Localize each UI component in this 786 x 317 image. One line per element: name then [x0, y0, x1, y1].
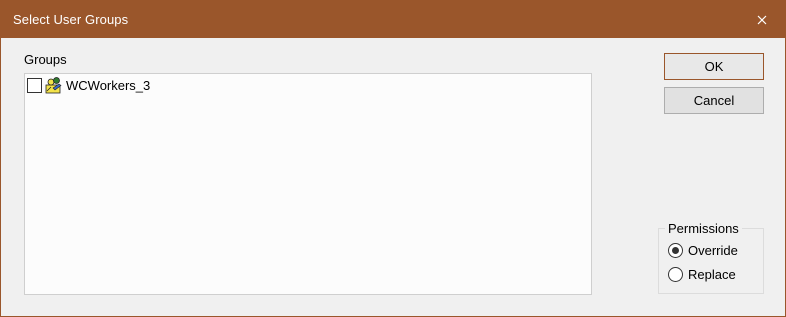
radio-override[interactable]: Override [668, 243, 738, 258]
dialog-window: Select User Groups Groups WCWorkers_3 OK… [0, 0, 786, 317]
permissions-legend: Permissions [665, 221, 742, 236]
radio-replace[interactable]: Replace [668, 267, 736, 282]
cancel-button[interactable]: Cancel [664, 87, 764, 114]
groups-label: Groups [24, 52, 67, 67]
permissions-group: Permissions Override Replace [658, 221, 764, 294]
window-title: Select User Groups [13, 12, 129, 27]
group-label: WCWorkers_3 [66, 77, 151, 93]
replace-label: Replace [688, 267, 736, 282]
group-checkbox[interactable] [27, 77, 42, 93]
override-label: Override [688, 243, 738, 258]
cancel-button-label: Cancel [693, 93, 735, 108]
override-radio[interactable] [668, 243, 683, 258]
ok-button[interactable]: OK [664, 53, 764, 80]
groups-list[interactable]: WCWorkers_3 [24, 73, 592, 295]
close-button[interactable] [739, 1, 785, 38]
replace-radio[interactable] [668, 267, 683, 282]
user-group-icon [45, 77, 62, 94]
list-item[interactable]: WCWorkers_3 [26, 75, 150, 95]
title-bar[interactable]: Select User Groups [1, 1, 785, 38]
close-icon [757, 15, 767, 24]
ok-button-label: OK [704, 59, 724, 74]
